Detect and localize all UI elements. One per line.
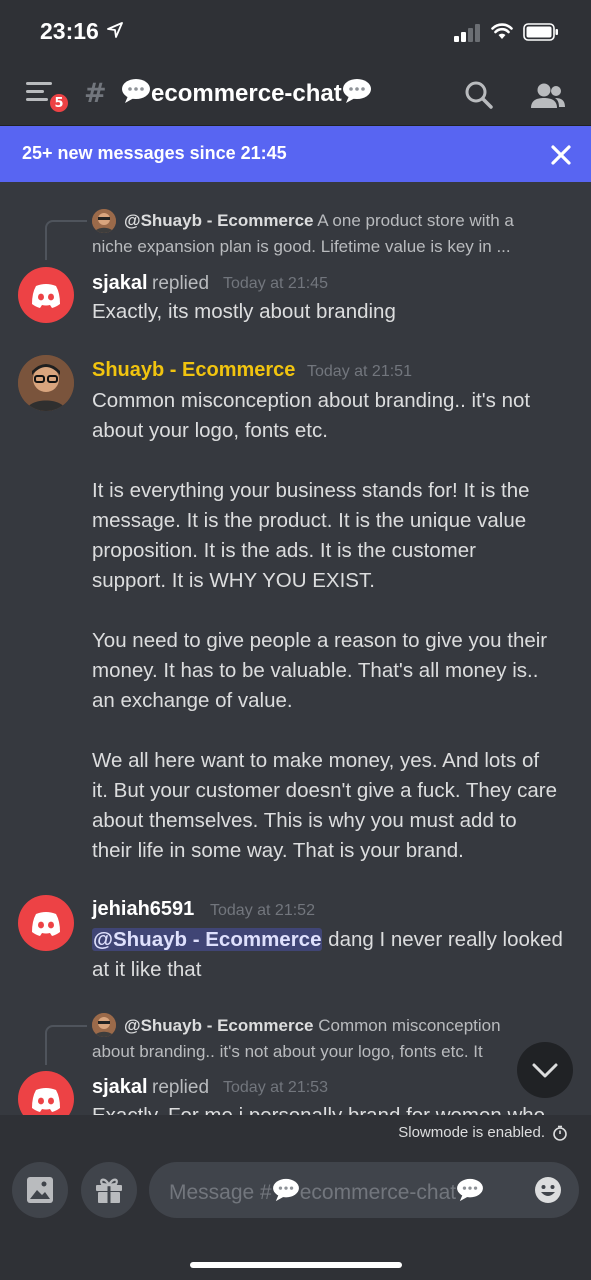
members-icon[interactable] (530, 82, 566, 110)
reply-preview[interactable]: @Shuayb - Ecommerce Common misconception (124, 1016, 501, 1036)
channel-title: ecommerce-chat (121, 78, 372, 108)
timer-icon (553, 1125, 567, 1141)
close-icon[interactable] (550, 144, 572, 166)
hashtag-icon: # (84, 78, 107, 109)
timestamp: Today at 21:45 (223, 275, 328, 292)
placeholder-channel: ecommerce-chat (299, 1181, 457, 1204)
user-avatar-image (18, 355, 74, 411)
message-body: Exactly, its mostly about branding (92, 297, 577, 327)
user-mention[interactable]: @Shuayb - Ecommerce (92, 928, 323, 951)
author-name[interactable]: jehiah6591 (92, 898, 194, 921)
slowmode-bar: Slowmode is enabled. (0, 1115, 591, 1151)
new-messages-banner[interactable]: 25+ new messages since 21:45 (0, 126, 591, 182)
message-paragraph: Common misconception about branding.. it… (92, 386, 577, 446)
reply-text-line2: about branding.. it's not about your log… (92, 1042, 483, 1061)
avatar[interactable] (18, 895, 74, 951)
discord-logo-icon (32, 912, 60, 936)
home-indicator[interactable] (190, 1262, 402, 1268)
slowmode-text: Slowmode is enabled. (398, 1124, 545, 1141)
replied-label: replied (152, 273, 210, 294)
reply-author: @Shuayb - Ecommerce (124, 1016, 314, 1035)
reply-avatar (92, 209, 116, 233)
chevron-down-icon (532, 1063, 558, 1078)
speech-bubble-icon (457, 1178, 484, 1202)
menu-line (26, 98, 48, 101)
author-name[interactable]: Shuayb - Ecommerce (92, 359, 295, 382)
attach-image-button[interactable] (12, 1162, 68, 1218)
message-placeholder: Message # ecommerce-chat (169, 1178, 484, 1205)
message-line: at it like that (92, 958, 202, 981)
message-body: Common misconception about branding.. it… (92, 386, 577, 866)
notification-badge: 5 (48, 92, 70, 114)
reply-text-line2: niche expansion plan is good. Lifetime v… (92, 237, 511, 256)
message-paragraph: @Shuayb - Ecommerce dang I never really … (92, 925, 577, 985)
message-body: Exactly. For me i personally brand for w… (92, 1101, 577, 1115)
menu-line (26, 82, 52, 85)
message-paragraph: It is everything your business stands fo… (92, 476, 577, 596)
reply-avatar (92, 1013, 116, 1037)
message-line: an exchange of value. (92, 689, 293, 712)
message-line: about your logo, fonts etc. (92, 419, 328, 442)
discord-logo-icon (32, 1088, 60, 1112)
message-line: money. It has to be valuable. That's all… (92, 659, 539, 682)
message-line: You need to give people a reason to give… (92, 629, 548, 652)
channel-name: ecommerce-chat (151, 80, 342, 107)
reply-author: @Shuayb - Ecommerce (124, 211, 314, 230)
reply-text: A one product store with a (317, 211, 514, 230)
reply-connector (45, 220, 87, 260)
author-name[interactable]: sjakal (92, 1076, 148, 1099)
jump-to-bottom-button[interactable] (517, 1042, 573, 1098)
menu-line (26, 90, 44, 93)
gift-button[interactable] (81, 1162, 137, 1218)
reply-text: Common misconception (318, 1016, 501, 1035)
status-time: 23:16 (40, 18, 99, 44)
message-line: proposition. It is the ads. It is the cu… (92, 539, 476, 562)
timestamp: Today at 21:53 (223, 1079, 328, 1096)
message-list[interactable]: @Shuayb - Ecommerce A one product store … (0, 182, 591, 1115)
message-composer: Message # ecommerce-chat (0, 1151, 591, 1280)
emoji-icon[interactable] (533, 1175, 563, 1205)
reply-preview[interactable]: @Shuayb - Ecommerce A one product store … (124, 211, 514, 231)
search-icon[interactable] (464, 80, 494, 110)
message-line: their life in some way. That is your bra… (92, 839, 464, 862)
message-line: message. It is the product. It is the un… (92, 509, 527, 532)
message-line: It is everything your business stands fo… (92, 479, 530, 502)
placeholder-prefix: Message # (169, 1181, 272, 1204)
message-paragraph: We all here want to make money, yes. And… (92, 746, 577, 866)
replied-label: replied (152, 1077, 210, 1098)
message-line: Common misconception about branding.. it… (92, 389, 531, 412)
gift-icon (96, 1178, 122, 1203)
speech-bubble-icon (122, 79, 150, 103)
avatar[interactable] (18, 355, 74, 411)
battery-icon (523, 23, 558, 41)
new-messages-text: 25+ new messages since 21:45 (22, 143, 287, 163)
message-line: about themselves. This is why you must a… (92, 809, 517, 832)
wifi-icon (491, 23, 513, 39)
avatar[interactable] (18, 1071, 74, 1115)
status-bar: 23:16 (0, 0, 591, 62)
message-text: Exactly, its mostly about branding (92, 300, 396, 323)
message-line: it. But your customer doesn't give a fuc… (92, 779, 558, 802)
author-name[interactable]: sjakal (92, 272, 148, 295)
timestamp: Today at 21:51 (307, 363, 412, 380)
channel-header: 5 # ecommerce-chat (0, 62, 591, 126)
message-line: support. It is WHY YOU EXIST. (92, 569, 375, 592)
message-line: dang I never really looked (322, 928, 563, 951)
message-line: We all here want to make money, yes. And… (92, 749, 540, 772)
discord-logo-icon (32, 284, 60, 308)
message-body: @Shuayb - Ecommerce dang I never really … (92, 925, 577, 985)
message-paragraph: You need to give people a reason to give… (92, 626, 577, 716)
avatar[interactable] (18, 267, 74, 323)
speech-bubble-icon (272, 1178, 299, 1202)
message-input[interactable]: Message # ecommerce-chat (149, 1162, 579, 1218)
message-text: Exactly. For me i personally brand for w… (92, 1101, 577, 1115)
reply-connector (45, 1025, 87, 1065)
timestamp: Today at 21:52 (210, 902, 315, 919)
image-icon (27, 1177, 53, 1203)
speech-bubble-icon (342, 79, 371, 103)
location-arrow-icon (107, 22, 123, 38)
cellular-signal-icon (454, 24, 480, 42)
